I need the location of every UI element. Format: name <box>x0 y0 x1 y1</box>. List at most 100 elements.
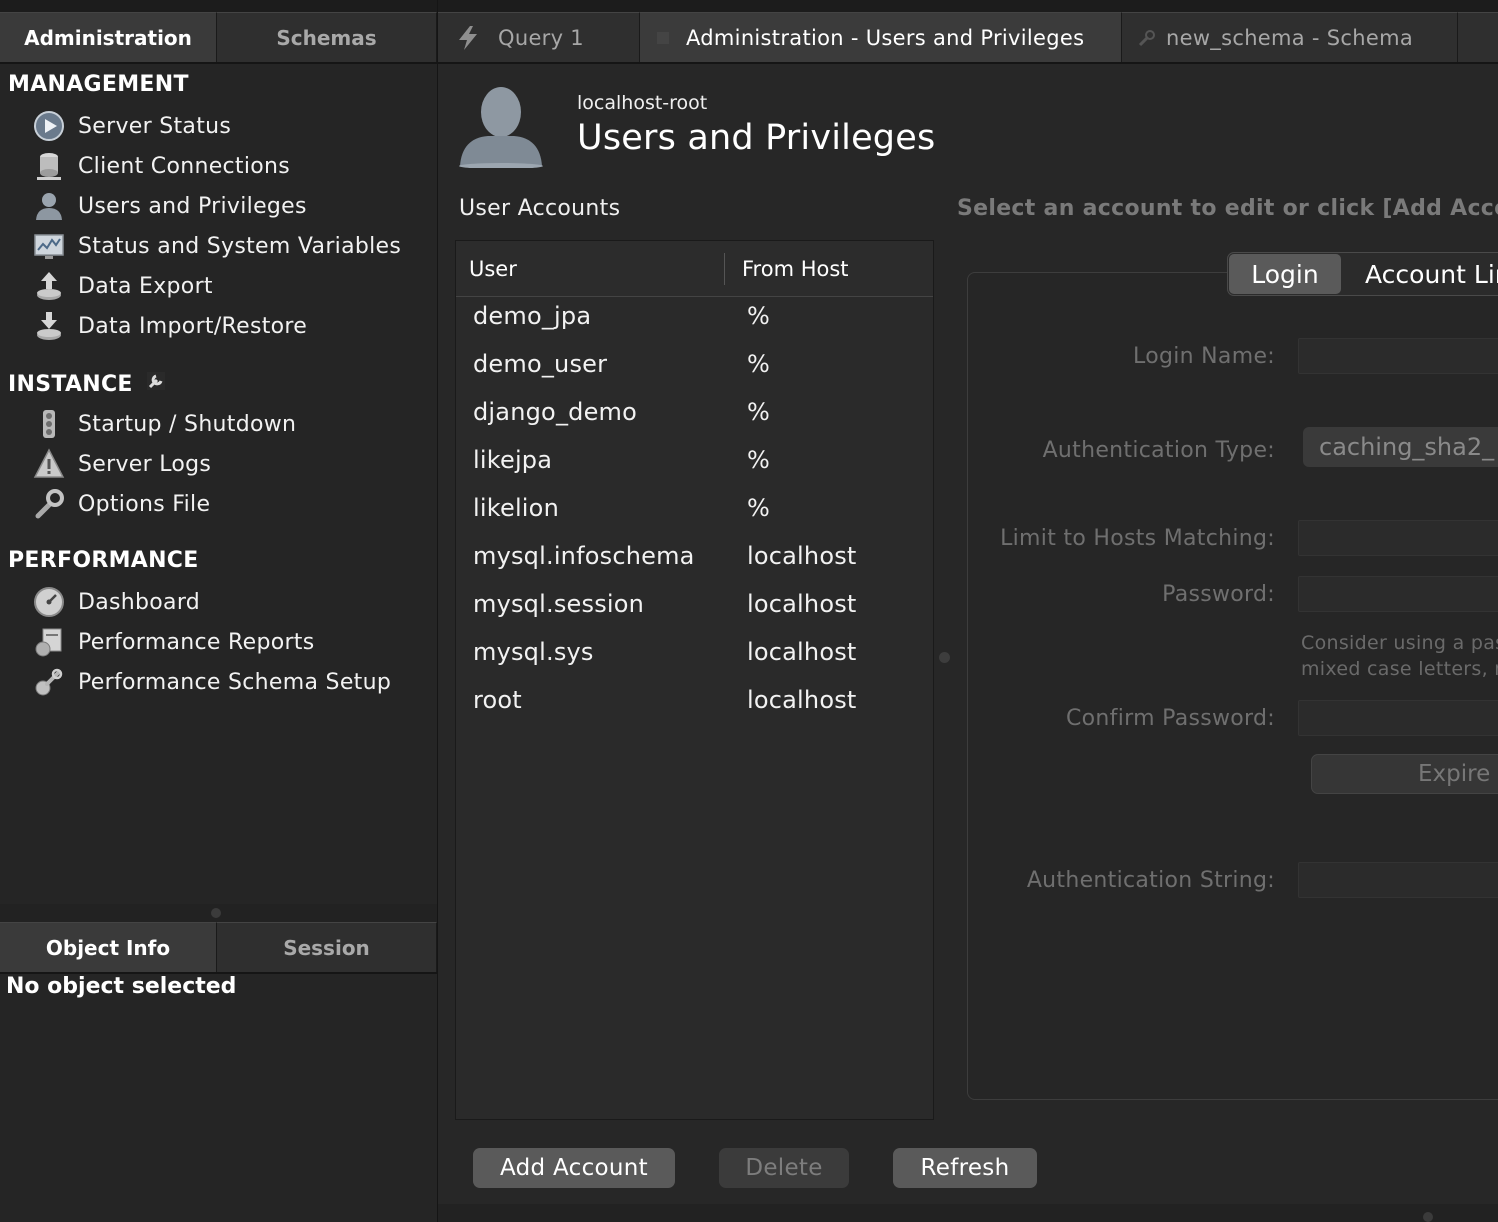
info-tabs: Object Info Session <box>0 922 437 974</box>
nav-options-file[interactable]: Options File <box>32 484 210 524</box>
nav-performance-reports[interactable]: Performance Reports <box>32 622 315 662</box>
table-row[interactable]: mysql.sys localhost <box>456 628 933 676</box>
table-row[interactable]: likelion% <box>456 484 933 532</box>
nav-client-connections-label: Client Connections <box>78 153 291 179</box>
doc-tab-overflow[interactable] <box>1458 12 1498 62</box>
limit-hosts-input[interactable] <box>1298 520 1498 556</box>
splitter-handle-icon[interactable] <box>1423 1212 1433 1222</box>
monitor-chart-icon <box>32 229 66 263</box>
doc-tab-query[interactable]: Query 1 <box>438 12 640 62</box>
nav-data-export-label: Data Export <box>78 273 213 299</box>
password-input[interactable] <box>1298 576 1498 612</box>
confirm-password-label: Confirm Password: <box>1066 706 1275 731</box>
database-icon <box>32 149 66 183</box>
cell-user: root <box>473 686 522 714</box>
cell-user: mysql.sys <box>473 638 594 666</box>
nav-performance-schema-setup[interactable]: Performance Schema Setup <box>32 662 391 702</box>
password-label: Password: <box>1162 582 1275 607</box>
column-user[interactable]: User <box>469 257 517 281</box>
cell-host: % <box>747 350 771 378</box>
cell-host: localhost <box>747 542 857 570</box>
column-from-host[interactable]: From Host <box>742 257 849 281</box>
tab-object-info[interactable]: Object Info <box>0 922 217 972</box>
nav-status-variables-label: Status and System Variables <box>78 233 402 259</box>
gauge-icon <box>32 585 66 619</box>
top-strip <box>0 0 437 12</box>
table-row[interactable]: mysql.infoschema localhost <box>456 532 933 580</box>
table-row[interactable]: likejpa% <box>456 436 933 484</box>
delete-button[interactable]: Delete <box>719 1148 849 1188</box>
nav-server-status-label: Server Status <box>78 113 232 139</box>
wrench-icon[interactable] <box>145 370 167 398</box>
refresh-button[interactable]: Refresh <box>893 1148 1037 1188</box>
cell-user: likelion <box>473 494 559 522</box>
table-row[interactable]: demo_jpa% <box>456 292 933 340</box>
select-account-hint: Select an account to edit or click [Add … <box>957 196 1498 221</box>
cell-user: mysql.infoschema <box>473 542 695 570</box>
cell-user: mysql.session <box>473 590 645 618</box>
table-row[interactable]: demo_user% <box>456 340 933 388</box>
auth-string-input[interactable] <box>1298 862 1498 898</box>
object-info-text: No object selected <box>6 974 237 999</box>
auth-type-label: Authentication Type: <box>1042 438 1275 463</box>
password-hint-line: Consider using a pas <box>1301 632 1498 654</box>
tab-login[interactable]: Login <box>1229 254 1341 294</box>
nav-data-export[interactable]: Data Export <box>32 266 213 306</box>
nav-users-privileges[interactable]: Users and Privileges <box>32 186 307 226</box>
tools-gauge-icon <box>32 665 66 699</box>
workbench-window: Administration Schemas MANAGEMENT Server… <box>0 0 1498 1222</box>
panel-splitter[interactable] <box>0 904 437 922</box>
nav-status-variables[interactable]: Status and System Variables <box>32 226 401 266</box>
play-circle-icon <box>32 109 66 143</box>
performance-heading: PERFORMANCE <box>8 548 199 573</box>
table-row[interactable]: mysql.session localhost <box>456 580 933 628</box>
doc-tab-admin-users[interactable]: Administration - Users and Privileges <box>640 12 1122 62</box>
nav-startup-shutdown[interactable]: Startup / Shutdown <box>32 404 296 444</box>
nav-performance-schema-setup-label: Performance Schema Setup <box>78 669 392 695</box>
cell-host: localhost <box>747 638 857 666</box>
cell-host: % <box>747 302 771 330</box>
management-heading: MANAGEMENT <box>8 72 189 97</box>
user-accounts-table[interactable]: User From Host demo_jpa% demo_user% djan… <box>455 240 934 1120</box>
performance-heading-label: PERFORMANCE <box>8 548 199 573</box>
cell-host: localhost <box>747 590 857 618</box>
column-divider[interactable] <box>724 253 725 285</box>
auth-string-label: Authentication String: <box>1026 868 1275 893</box>
nav-server-status[interactable]: Server Status <box>32 106 231 146</box>
expire-password-button[interactable]: Expire P <box>1311 754 1498 794</box>
tab-administration[interactable]: Administration <box>0 12 217 62</box>
instance-heading: INSTANCE <box>8 370 167 398</box>
nav-dashboard[interactable]: Dashboard <box>32 582 200 622</box>
doc-tab-query-label: Query 1 <box>498 25 584 50</box>
nav-server-logs-label: Server Logs <box>78 451 212 477</box>
login-name-label: Login Name: <box>1133 344 1275 369</box>
nav-data-import[interactable]: Data Import/Restore <box>32 306 307 346</box>
tab-session[interactable]: Session <box>217 922 437 972</box>
nav-client-connections[interactable]: Client Connections <box>32 146 290 186</box>
confirm-password-input[interactable] <box>1298 700 1498 736</box>
login-name-input[interactable] <box>1298 338 1498 374</box>
users-header-icon <box>458 82 544 169</box>
warning-icon <box>32 447 66 481</box>
add-account-button[interactable]: Add Account <box>473 1148 675 1188</box>
nav-options-file-label: Options File <box>78 491 211 517</box>
splitter-handle-icon[interactable] <box>211 908 221 918</box>
nav-performance-reports-label: Performance Reports <box>78 629 315 655</box>
cell-user: demo_user <box>473 350 608 378</box>
nav-dashboard-label: Dashboard <box>78 589 201 615</box>
top-strip <box>438 0 1498 12</box>
detail-tabs: Login Account Lir <box>1227 252 1498 296</box>
auth-type-select[interactable]: caching_sha2_ <box>1303 427 1498 467</box>
limit-hosts-label: Limit to Hosts Matching: <box>1000 526 1275 551</box>
table-row[interactable]: django_demo% <box>456 388 933 436</box>
tab-account-limits[interactable]: Account Lir <box>1341 254 1498 294</box>
doc-tab-schema[interactable]: new_schema - Schema <box>1122 12 1458 62</box>
management-heading-label: MANAGEMENT <box>8 72 189 97</box>
navigator-tabs: Administration Schemas <box>0 12 437 64</box>
nav-server-logs[interactable]: Server Logs <box>32 444 211 484</box>
tab-schemas[interactable]: Schemas <box>217 12 437 62</box>
navigator-panel: Administration Schemas MANAGEMENT Server… <box>0 0 437 1222</box>
main-area: Query 1 Administration - Users and Privi… <box>437 0 1498 1222</box>
splitter-handle-icon[interactable] <box>939 652 950 663</box>
table-row[interactable]: root localhost <box>456 676 933 724</box>
